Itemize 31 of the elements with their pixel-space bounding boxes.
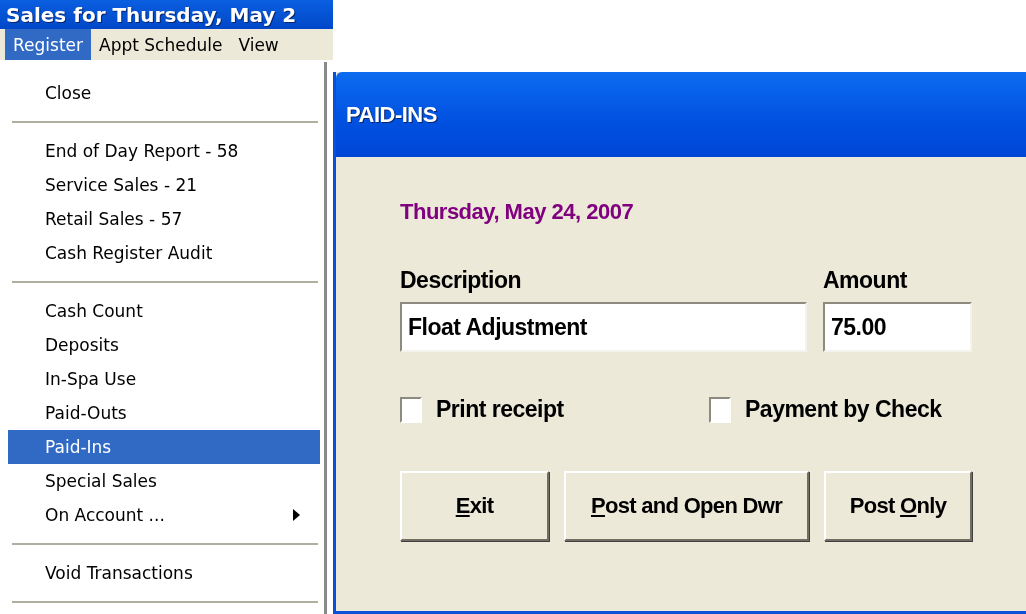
menu-bar-item[interactable]: Register <box>5 29 91 60</box>
amount-field[interactable]: 75.00 <box>823 302 972 352</box>
menu-item[interactable]: Cash Count <box>8 294 320 328</box>
field-label: Amount <box>823 267 907 294</box>
menu-item[interactable]: End of Day Report - 58 <box>8 134 320 168</box>
menu-item[interactable]: Retail Sales - 57 <box>8 202 320 236</box>
submenu-arrow-icon <box>293 509 300 521</box>
menu-bar-item[interactable]: Appt Schedule <box>91 29 231 60</box>
menu-item[interactable]: In-Spa Use <box>8 362 320 396</box>
window-title: Sales for Thursday, May 2 <box>6 2 297 27</box>
menu-item[interactable]: Paid-Outs <box>8 396 320 430</box>
checkbox-label: Payment by Check <box>745 396 942 423</box>
menu-item[interactable]: Special Sales <box>8 464 320 498</box>
menu-item[interactable]: Paid-Ins <box>8 430 320 464</box>
date-text: Thursday, May 24, 2007 <box>400 199 634 225</box>
checkbox-label: Print receipt <box>436 396 564 423</box>
menu-bar-item[interactable]: View <box>230 29 287 60</box>
dialog-button[interactable]: Exit <box>400 471 549 541</box>
menu-item[interactable]: Service Sales - 21 <box>8 168 320 202</box>
menu-item[interactable]: Close <box>8 76 320 110</box>
menu-item[interactable]: On Account ... <box>8 498 320 532</box>
dialog-title: PAID-INS <box>346 101 437 128</box>
dialog-button[interactable]: Post Only <box>824 471 972 541</box>
dialog-button[interactable]: Post and Open Dwr <box>564 471 809 541</box>
menu-item[interactable]: Deposits <box>8 328 320 362</box>
checkbox[interactable] <box>400 396 422 423</box>
description-field[interactable]: Float Adjustment <box>400 302 807 352</box>
menu-item[interactable]: Void Transactions <box>8 556 320 590</box>
menu-item[interactable]: Cash Register Audit <box>8 236 320 270</box>
field-label: Description <box>400 267 522 294</box>
checkbox[interactable] <box>709 396 731 423</box>
